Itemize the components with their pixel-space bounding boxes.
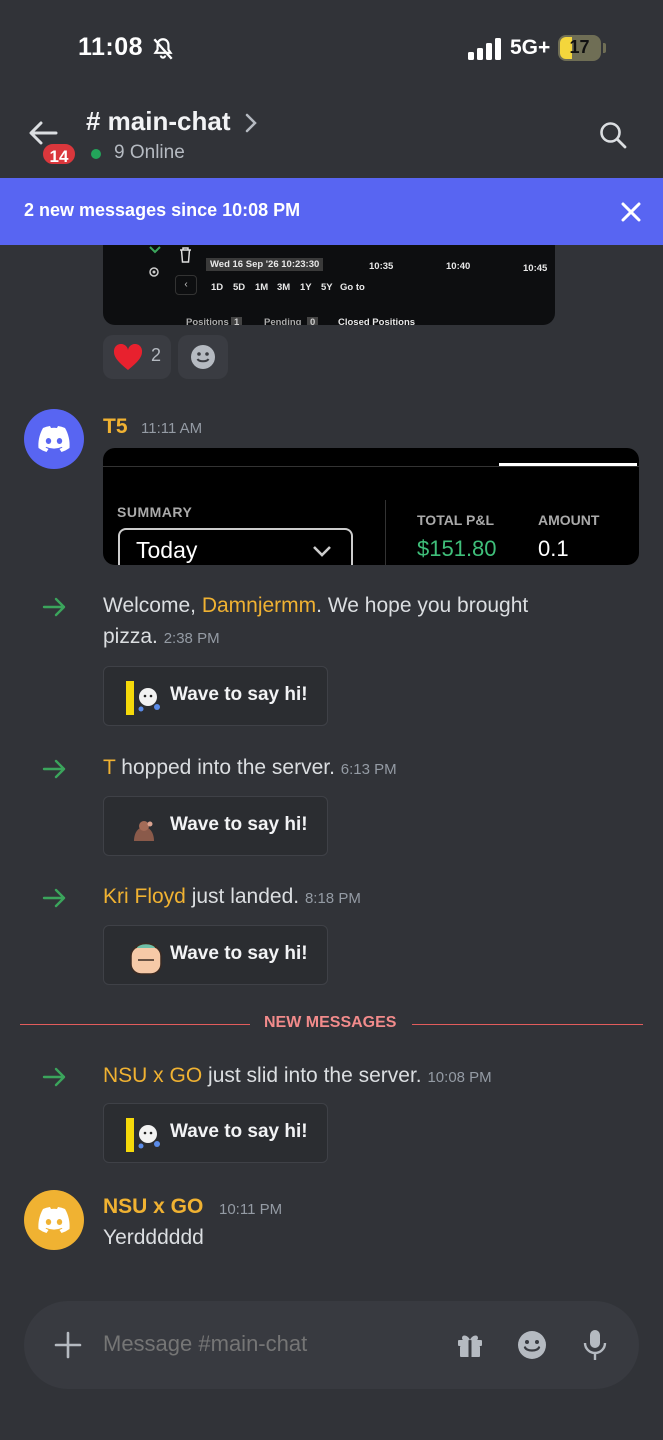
system-message-suffix: . We hope you brought <box>316 594 529 617</box>
amount-label: AMOUNT <box>538 512 600 528</box>
range-5y: 5Y <box>321 282 333 293</box>
message-timestamp: 11:11 AM <box>141 420 203 437</box>
wave-button-label[interactable]: Wave to say hi! <box>170 684 308 706</box>
bell-muted-icon <box>153 38 173 60</box>
wave-sticker-icon <box>134 821 154 841</box>
message-timestamp: 10:11 PM <box>219 1201 283 1218</box>
chart-date-label: Wed 16 Sep '26 10:23:30 <box>206 258 324 271</box>
system-message-prefix: Welcome, <box>103 594 202 617</box>
period-dropdown: Today <box>118 528 353 565</box>
member-name[interactable]: Kri Floyd <box>103 885 186 908</box>
signal-icon <box>468 38 501 60</box>
discord-logo-icon <box>38 426 70 452</box>
heart-icon <box>113 344 143 370</box>
avatar[interactable] <box>24 409 84 469</box>
total-pnl-value: $151.80 <box>417 536 497 561</box>
range-goto: Go to <box>340 282 365 293</box>
chart-time-3: 10:45 <box>523 263 548 274</box>
member-name[interactable]: T <box>103 756 115 779</box>
tab-positions-count: 1 <box>231 317 243 325</box>
chart-screenshot-image[interactable]: ‹ Wed 16 Sep '26 10:23:30 10:35 10:40 10… <box>103 245 555 325</box>
avatar[interactable] <box>24 1190 84 1250</box>
status-time: 11:08 <box>78 33 144 61</box>
battery-level: 17 <box>569 37 590 57</box>
new-messages-divider-line <box>20 1024 250 1025</box>
online-count: 9 Online <box>114 142 185 163</box>
system-message: T hopped into the server. 6:13 PM <box>103 752 623 785</box>
system-message: NSU x GO just slid into the server. 10:0… <box>103 1060 643 1093</box>
new-messages-divider-line <box>412 1024 643 1025</box>
emoji-icon <box>191 345 215 369</box>
new-messages-banner-text[interactable]: 2 new messages since 10:08 PM <box>24 200 300 221</box>
message-content: Yerdddddd <box>103 1226 204 1249</box>
total-pnl-label: TOTAL P&L <box>417 512 494 528</box>
add-reaction-button[interactable] <box>178 335 228 379</box>
summary-screenshot-image[interactable]: SUMMARY Today TOTAL P&L $151.80 AMOUNT 0… <box>103 448 639 565</box>
chevron-right-icon[interactable] <box>244 112 258 134</box>
settings-icon <box>149 267 159 277</box>
system-message-suffix: hopped into the server. <box>115 756 335 779</box>
system-message-timestamp: 2:38 PM <box>163 630 220 647</box>
tab-positions: Positions <box>186 317 229 325</box>
amount-value: 0.1 <box>538 536 569 561</box>
join-arrow-icon <box>42 888 66 908</box>
wave-button[interactable]: Wave to say hi! <box>103 796 328 856</box>
system-message-timestamp: 8:18 PM <box>304 890 361 907</box>
chart-time-1: 10:35 <box>369 261 394 272</box>
system-message: Kri Floyd just landed. 8:18 PM <box>103 881 623 914</box>
range-3m: 3M <box>277 282 291 293</box>
range-5d: 5D <box>233 282 246 293</box>
system-message-timestamp: 10:08 PM <box>427 1069 492 1086</box>
wave-button[interactable]: Wave to say hi! <box>103 925 328 985</box>
tab-closed-positions: Closed Positions <box>338 317 416 325</box>
wave-button[interactable]: Wave to say hi! <box>103 1103 328 1163</box>
system-message-line2: pizza. <box>103 625 158 648</box>
wave-sticker-icon <box>130 942 162 975</box>
join-arrow-icon <box>42 759 66 779</box>
reaction-heart-count: 2 <box>151 345 162 365</box>
emoji-icon[interactable] <box>516 1329 548 1361</box>
wave-button-label[interactable]: Wave to say hi! <box>170 943 308 965</box>
wave-button[interactable]: Wave to say hi! <box>103 666 328 726</box>
network-type: 5G+ <box>510 36 551 59</box>
join-arrow-icon <box>42 1067 66 1087</box>
wave-button-label[interactable]: Wave to say hi! <box>170 1121 308 1143</box>
new-messages-divider: NEW MESSAGES <box>264 1014 397 1031</box>
battery-icon: 17 <box>558 35 606 61</box>
unread-badge: 14 <box>40 141 78 167</box>
wave-button-label[interactable]: Wave to say hi! <box>170 814 308 836</box>
member-name[interactable]: Damnjermm <box>202 594 316 617</box>
range-1y: 1Y <box>300 282 312 293</box>
channel-title[interactable]: # main-chat <box>86 106 231 137</box>
range-1m: 1M <box>255 282 269 293</box>
tab-pending-count: 0 <box>307 317 319 325</box>
tab-pending: Pending <box>264 317 302 325</box>
wave-sticker-icon <box>126 1118 160 1152</box>
message-author[interactable]: T5 <box>103 415 128 439</box>
chart-left-arrow: ‹ <box>175 275 197 295</box>
message-author[interactable]: NSU x GO <box>103 1195 203 1219</box>
system-message-suffix: just landed. <box>185 885 300 908</box>
discord-logo-icon <box>38 1207 70 1233</box>
plus-icon[interactable] <box>54 1331 82 1359</box>
join-arrow-icon <box>42 597 66 617</box>
chart-time-2: 10:40 <box>446 261 471 272</box>
chevron-down-icon <box>149 246 161 254</box>
microphone-icon[interactable] <box>582 1328 608 1362</box>
system-message: Welcome, Damnjermm. We hope you brought … <box>103 590 603 654</box>
close-icon[interactable] <box>620 201 642 223</box>
search-icon[interactable] <box>598 120 628 150</box>
trash-icon <box>180 247 191 263</box>
member-name[interactable]: NSU x GO <box>103 1064 202 1087</box>
online-status-dot <box>91 149 101 159</box>
system-message-timestamp: 6:13 PM <box>340 761 397 778</box>
period-dropdown-value: Today <box>136 537 198 563</box>
system-message-suffix: just slid into the server. <box>202 1064 422 1087</box>
range-1d: 1D <box>211 282 224 293</box>
summary-label: SUMMARY <box>117 504 193 520</box>
wave-sticker-icon <box>126 681 160 715</box>
gift-icon[interactable] <box>456 1331 484 1359</box>
chevron-down-icon <box>313 546 331 557</box>
message-input[interactable] <box>103 1331 433 1357</box>
